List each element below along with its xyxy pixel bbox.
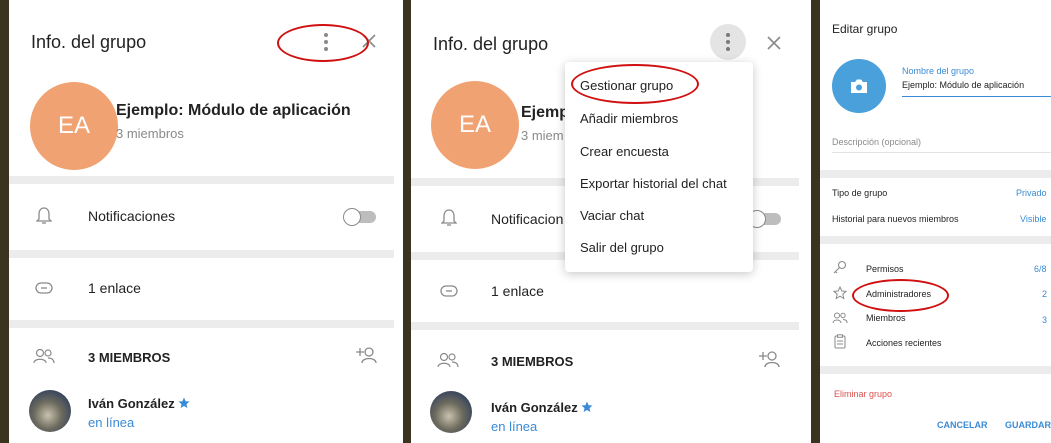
members-label: Miembros <box>866 313 906 323</box>
notifications-label: Notificaciones <box>88 208 176 224</box>
key-icon <box>833 260 847 274</box>
close-icon[interactable] <box>767 36 781 50</box>
panel-title: Info. del grupo <box>31 32 147 52</box>
section-divider <box>820 236 1051 244</box>
group-type-value: Privado <box>1016 188 1047 198</box>
recent-actions-label: Acciones recientes <box>866 338 942 348</box>
history-value: Visible <box>1020 214 1047 224</box>
member-avatar <box>430 391 472 433</box>
members-row[interactable]: Miembros 3 <box>820 308 1051 328</box>
group-type-label: Tipo de grupo <box>832 188 888 198</box>
section-divider <box>9 320 394 328</box>
star-icon <box>581 401 593 412</box>
description-underline <box>832 152 1051 153</box>
member-row[interactable]: Iván González en línea <box>9 386 394 436</box>
panel-title: Editar grupo <box>832 22 898 36</box>
notifications-row[interactable]: Notificaciones <box>9 184 394 250</box>
add-member-icon[interactable] <box>758 350 780 368</box>
member-avatar <box>29 390 71 432</box>
link-icon <box>440 285 458 297</box>
permissions-row[interactable]: Permisos 6/8 <box>820 260 1051 280</box>
member-status: en línea <box>491 419 538 434</box>
members-value: 3 <box>1042 315 1048 325</box>
menu-item-add-members[interactable]: Añadir miembros <box>580 111 678 126</box>
add-member-icon[interactable] <box>355 346 377 364</box>
star-icon <box>178 397 190 408</box>
edit-group-panel: Editar grupo Nombre del grupo Ejemplo: M… <box>820 0 1051 443</box>
group-name: Ejemp <box>521 104 570 121</box>
group-member-count: 3 miem <box>521 128 564 143</box>
group-info-panel-1: Info. del grupo EA Ejemplo: Módulo de ap… <box>9 0 394 443</box>
notifications-label: Notificacion <box>491 211 564 227</box>
members-icon <box>832 312 848 324</box>
link-label: 1 enlace <box>491 283 544 299</box>
group-name-label: Nombre del grupo <box>902 66 975 76</box>
cancel-button[interactable]: CANCELAR <box>937 420 988 430</box>
section-divider <box>820 366 1051 374</box>
section-divider <box>820 170 1051 178</box>
bell-icon <box>441 209 457 226</box>
history-row[interactable]: Historial para nuevos miembros Visible <box>820 212 1051 230</box>
description-input[interactable]: Descripción (opcional) <box>832 137 921 147</box>
group-name-input[interactable]: Ejemplo: Módulo de aplicación <box>902 80 1024 90</box>
member-name: Iván González <box>491 400 578 415</box>
invite-link-row[interactable]: 1 enlace <box>9 258 394 320</box>
history-label: Historial para nuevos miembros <box>832 214 959 224</box>
menu-item-export-history[interactable]: Exportar historial del chat <box>580 176 727 191</box>
menu-item-leave-group[interactable]: Salir del grupo <box>580 240 664 255</box>
admins-value: 2 <box>1042 289 1048 299</box>
delete-group-button[interactable]: Eliminar grupo <box>834 389 892 399</box>
group-avatar[interactable]: EA <box>30 82 118 170</box>
star-outline-icon <box>833 286 847 300</box>
members-icon <box>33 348 55 364</box>
highlight-ellipse <box>571 64 699 104</box>
save-button[interactable]: GUARDAR <box>1005 420 1051 430</box>
link-icon <box>35 282 53 294</box>
permissions-value: 6/8 <box>1034 264 1047 274</box>
member-name: Iván González <box>88 396 175 411</box>
group-name: Ejemplo: Módulo de aplicación <box>116 102 351 119</box>
notifications-toggle[interactable] <box>748 210 781 228</box>
camera-icon <box>851 79 867 93</box>
highlight-ellipse <box>852 279 949 312</box>
notifications-toggle[interactable] <box>343 208 376 226</box>
recent-actions-row[interactable]: Acciones recientes <box>820 334 1051 354</box>
bell-icon <box>36 207 52 224</box>
permissions-label: Permisos <box>866 264 904 274</box>
section-divider <box>9 176 394 184</box>
group-type-row[interactable]: Tipo de grupo Privado <box>820 186 1051 204</box>
section-divider <box>9 250 394 258</box>
members-icon <box>437 352 459 368</box>
link-label: 1 enlace <box>88 280 141 296</box>
group-avatar[interactable]: EA <box>431 81 519 169</box>
group-name-underline <box>902 96 1051 97</box>
menu-item-clear-chat[interactable]: Vaciar chat <box>580 208 644 223</box>
member-status: en línea <box>88 415 135 430</box>
section-divider <box>411 322 799 330</box>
members-header: 3 MIEMBROS <box>491 354 574 369</box>
more-options-icon[interactable] <box>724 31 732 53</box>
clipboard-icon <box>834 334 846 349</box>
members-header: 3 MIEMBROS <box>88 350 171 365</box>
panel-title: Info. del grupo <box>433 34 549 54</box>
group-member-count: 3 miembros <box>116 126 184 141</box>
menu-item-create-poll[interactable]: Crear encuesta <box>580 144 669 159</box>
highlight-ellipse <box>277 24 369 62</box>
